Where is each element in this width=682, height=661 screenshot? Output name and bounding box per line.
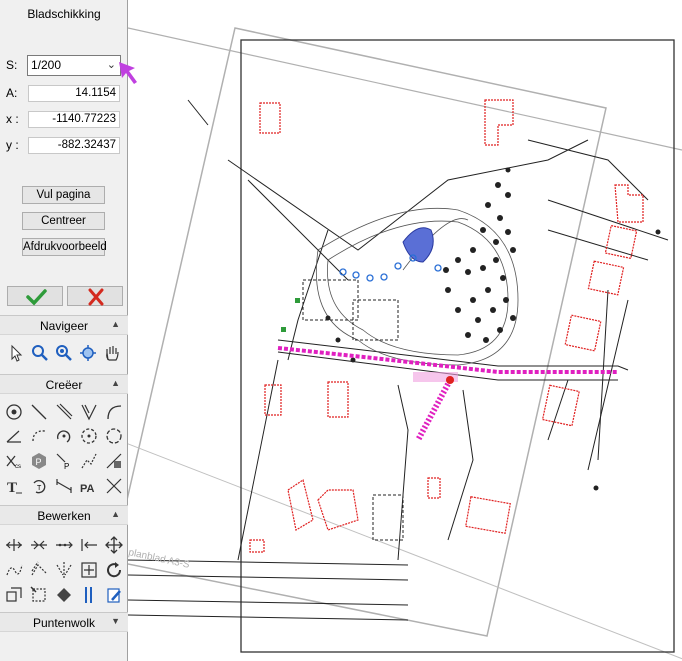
x-label: x : <box>6 112 19 126</box>
section-navigate-title: Navigeer <box>39 319 89 333</box>
point-x-icon[interactable]: cs <box>4 451 24 471</box>
angle-lines-icon[interactable] <box>79 402 99 422</box>
collapse-icon: ▲ <box>111 319 120 329</box>
align-icon[interactable] <box>29 585 49 605</box>
arc-icon[interactable] <box>104 402 124 422</box>
section-edit[interactable]: Bewerken ▲ <box>0 505 128 525</box>
create-toolbar-row-2 <box>4 425 124 447</box>
edit-toolbar-row-3 <box>4 584 124 606</box>
buildings <box>249 99 644 553</box>
cancel-button[interactable] <box>67 286 123 306</box>
a-label: A: <box>6 86 18 100</box>
double-line-icon[interactable] <box>54 402 74 422</box>
pointer-icon[interactable] <box>6 343 26 363</box>
dimension-icon[interactable] <box>54 476 74 496</box>
scale-select[interactable]: 1/200 ⌄ <box>27 55 121 76</box>
create-toolbar-row-3: cs P P <box>4 450 124 472</box>
mirror-icon[interactable] <box>54 560 74 580</box>
svg-text:P: P <box>64 462 69 470</box>
highlighted-road <box>277 346 618 442</box>
drawing-canvas[interactable]: planblad A3-S <box>128 0 682 661</box>
fill-icon[interactable] <box>54 585 74 605</box>
pan-hand-icon[interactable] <box>102 343 122 363</box>
pond <box>402 227 434 263</box>
expand-icon: ▼ <box>111 616 120 626</box>
print-preview-button[interactable]: Afdrukvoorbeeld <box>22 238 107 256</box>
edit-toolbar-row-2 <box>4 559 124 581</box>
circle-icon[interactable] <box>4 402 24 422</box>
circle-point-icon[interactable] <box>54 426 74 446</box>
rotate-text-icon[interactable]: T <box>29 476 49 496</box>
angle-icon[interactable] <box>4 426 24 446</box>
cross-lines-icon[interactable] <box>104 476 124 496</box>
section-pointcloud-title: Puntenwolk <box>32 616 96 630</box>
layout-panel: Bladschikking S: 1/200 ⌄ A: 14.1154 x : … <box>0 0 137 661</box>
edit-toolbar-row-1 <box>4 534 124 556</box>
copy-icon[interactable] <box>4 585 24 605</box>
polyline-icon[interactable] <box>79 451 99 471</box>
zoom-extents-icon[interactable] <box>78 343 98 363</box>
trim-icon[interactable] <box>79 535 99 555</box>
line-icon[interactable] <box>29 402 49 422</box>
section-navigate[interactable]: Navigeer ▲ <box>0 315 128 335</box>
section-create-title: Creëer <box>45 378 83 392</box>
move-icon[interactable] <box>104 535 124 555</box>
y-label: y : <box>6 138 19 152</box>
text-icon[interactable]: T <box>4 476 24 496</box>
svg-text:PA: PA <box>80 483 95 495</box>
section-create[interactable]: Creëer ▲ <box>0 374 128 394</box>
close-icon <box>88 288 104 306</box>
point-p2-icon[interactable]: P <box>54 451 74 471</box>
zoom-out-icon[interactable] <box>54 343 74 363</box>
trees <box>325 167 661 491</box>
pa-text-icon[interactable]: PA <box>79 476 99 496</box>
confirm-button[interactable] <box>7 286 63 306</box>
svg-text:cs: cs <box>15 464 21 470</box>
svg-text:T: T <box>37 485 42 492</box>
edit-page-icon[interactable] <box>104 585 124 605</box>
sheet-border <box>240 39 675 653</box>
extend-icon[interactable] <box>4 535 24 555</box>
existing-buildings <box>302 279 404 541</box>
grid-add-icon[interactable] <box>79 560 99 580</box>
map-drawing: planblad A3-S <box>128 27 682 660</box>
checkmark-icon <box>26 289 47 306</box>
divide-icon[interactable] <box>54 535 74 555</box>
fill-page-button[interactable]: Vul pagina <box>22 186 105 204</box>
scale-label: S: <box>6 58 18 72</box>
point-p-icon[interactable]: P <box>29 451 49 471</box>
offset-icon[interactable] <box>29 560 49 580</box>
center-button[interactable]: Centreer <box>22 212 105 230</box>
svg-text:T: T <box>7 480 17 495</box>
grid-point-icon[interactable] <box>104 451 124 471</box>
curve-icon[interactable] <box>4 560 24 580</box>
a-field[interactable]: 14.1154 <box>28 85 120 102</box>
print-frame <box>128 27 682 660</box>
rotate-icon[interactable] <box>104 560 124 580</box>
circle-center-icon[interactable] <box>104 426 124 446</box>
navigate-toolbar <box>6 342 126 364</box>
chevron-down-icon: ⌄ <box>106 59 116 71</box>
dashed-arc-icon[interactable] <box>29 426 49 446</box>
collapse-icon: ▲ <box>111 509 120 519</box>
parallel-icon[interactable] <box>79 585 99 605</box>
create-toolbar-row-4: T T PA <box>4 475 124 497</box>
zoom-in-icon[interactable] <box>30 343 50 363</box>
collapse-icon: ▲ <box>111 378 120 388</box>
create-toolbar-row-1 <box>4 401 124 423</box>
sheet-label: planblad A3-S <box>128 547 191 571</box>
panel-title: Bladschikking <box>27 7 101 21</box>
x-field[interactable]: -1140.77223 <box>28 111 120 128</box>
y-field[interactable]: -882.32437 <box>28 137 120 154</box>
stretch-icon[interactable] <box>29 535 49 555</box>
svg-text:P: P <box>36 457 42 467</box>
section-pointcloud[interactable]: Puntenwolk ▼ <box>0 612 128 632</box>
scale-value: 1/200 <box>31 58 62 72</box>
green-points <box>281 298 300 332</box>
section-edit-title: Bewerken <box>37 509 91 523</box>
dashed-circle-icon[interactable] <box>79 426 99 446</box>
